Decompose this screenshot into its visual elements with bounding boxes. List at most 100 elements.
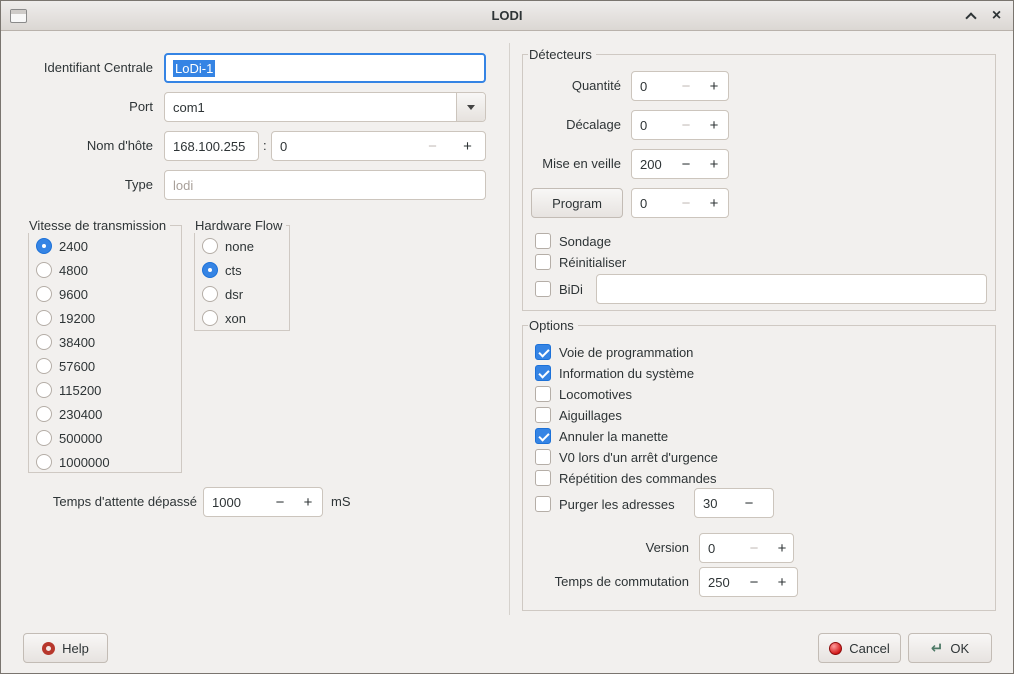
program-label: Program (552, 196, 602, 211)
host-separator: : (263, 131, 267, 161)
radio-icon (36, 358, 52, 374)
plus-button[interactable]: + (700, 150, 728, 178)
checkbox-purger-adresses[interactable]: Purger les adresses (535, 495, 675, 513)
spinner-value[interactable]: 1000 (204, 488, 266, 516)
titlebar[interactable]: LODI × (1, 1, 1013, 31)
options-legend: Options (528, 318, 578, 333)
radio-label: 1000000 (59, 455, 110, 470)
radio-icon (36, 262, 52, 278)
radio-label: 38400 (59, 335, 95, 350)
minus-button[interactable]: − (672, 150, 700, 178)
checkbox-label: Voie de programmation (559, 345, 693, 360)
spinner-value[interactable]: 0 (700, 534, 740, 562)
plus-button[interactable]: + (768, 534, 794, 562)
radio-option-57600[interactable]: 57600 (36, 354, 95, 378)
cancel-label: Cancel (849, 641, 889, 656)
detecteurs-legend: Détecteurs (528, 47, 596, 62)
cancel-icon (829, 642, 842, 655)
host-label: Nom d'hôte (11, 131, 153, 161)
checkbox-label: Réinitialiser (559, 255, 626, 270)
identifiant-label: Identifiant Centrale (11, 53, 153, 83)
plus-button[interactable]: + (700, 72, 728, 100)
spinner-value[interactable]: 0 (272, 132, 415, 160)
quantite-spinner[interactable]: 0 − + (631, 71, 729, 101)
plus-button[interactable]: + (294, 488, 322, 516)
radio-icon (36, 430, 52, 446)
host-port-spinner[interactable]: 0 − + (271, 131, 486, 161)
radio-option-38400[interactable]: 38400 (36, 330, 95, 354)
radio-option-none[interactable]: none (202, 234, 254, 258)
radio-option-500000[interactable]: 500000 (36, 426, 102, 450)
checkbox-aiguillages[interactable]: Aiguillages (535, 406, 622, 424)
bidi-checkbox[interactable]: BiDi (535, 280, 583, 298)
radio-option-115200[interactable]: 115200 (36, 378, 101, 402)
port-combobox[interactable]: com1 (164, 92, 486, 122)
radio-option-19200[interactable]: 19200 (36, 306, 95, 330)
minus-button[interactable]: − (266, 488, 294, 516)
spinner-value[interactable]: 200 (632, 150, 672, 178)
type-input[interactable] (164, 170, 486, 200)
minus-button: − (740, 534, 768, 562)
radio-option-9600[interactable]: 9600 (36, 282, 88, 306)
commutation-spinner[interactable]: 250 − + (699, 567, 798, 597)
cancel-button[interactable]: Cancel (818, 633, 901, 663)
chevron-up-icon (965, 12, 976, 23)
ok-button[interactable]: ↵ OK (908, 633, 992, 663)
shade-button[interactable] (957, 1, 984, 30)
spinner-value[interactable]: 0 (632, 72, 672, 100)
plus-button[interactable]: + (700, 189, 728, 217)
plus-button[interactable]: + (450, 132, 485, 160)
minus-button: − (672, 72, 700, 100)
program-button[interactable]: Program (531, 188, 623, 218)
timeout-label: Temps d'attente dépassé (11, 487, 197, 517)
checkbox-label: Annuler la manette (559, 429, 668, 444)
radio-option-xon[interactable]: xon (202, 306, 246, 330)
help-icon (42, 642, 55, 655)
checkbox-voie-programmation[interactable]: Voie de programmation (535, 343, 693, 361)
plus-button[interactable]: + (768, 568, 796, 596)
checkbox-repetition-commandes[interactable]: Répétition des commandes (535, 469, 717, 487)
checkbox-locomotives[interactable]: Locomotives (535, 385, 632, 403)
checkbox-label: V0 lors d'un arrêt d'urgence (559, 450, 718, 465)
radio-option-230400[interactable]: 230400 (36, 402, 102, 426)
checkbox-icon (535, 449, 551, 465)
minus-button[interactable]: − (735, 489, 763, 517)
purger-spinner[interactable]: 30 − + (694, 488, 774, 518)
version-spinner[interactable]: 0 − + (699, 533, 794, 563)
checkbox-icon (535, 496, 551, 512)
checkbox-information-systeme[interactable]: Information du système (535, 364, 694, 382)
radio-option-dsr[interactable]: dsr (202, 282, 243, 306)
decalage-spinner[interactable]: 0 − + (631, 110, 729, 140)
spinner-value[interactable]: 0 (632, 111, 672, 139)
spinner-value[interactable]: 250 (700, 568, 740, 596)
reinitialiser-checkbox[interactable]: Réinitialiser (535, 253, 626, 271)
plus-button[interactable]: + (700, 111, 728, 139)
timeout-spinner[interactable]: 1000 − + (203, 487, 323, 517)
host-input[interactable] (164, 131, 259, 161)
radio-option-4800[interactable]: 4800 (36, 258, 88, 282)
radio-icon (202, 262, 218, 278)
bidi-input[interactable] (596, 274, 987, 304)
help-button[interactable]: Help (23, 633, 108, 663)
sondage-checkbox[interactable]: Sondage (535, 232, 611, 250)
program-spinner[interactable]: 0 − + (631, 188, 729, 218)
radio-option-1000000[interactable]: 1000000 (36, 450, 110, 474)
veille-spinner[interactable]: 200 − + (631, 149, 729, 179)
window-title: LODI (1, 1, 1013, 30)
identifiant-input[interactable]: LoDi-1 (164, 53, 486, 83)
plus-button[interactable]: + (763, 489, 774, 517)
spinner-value[interactable]: 0 (632, 189, 672, 217)
chevron-down-icon[interactable] (456, 93, 485, 121)
radio-option-2400[interactable]: 2400 (36, 234, 88, 258)
close-button[interactable]: × (983, 1, 1010, 30)
radio-label: dsr (225, 287, 243, 302)
help-label: Help (62, 641, 89, 656)
spinner-value[interactable]: 30 (695, 489, 735, 517)
radio-option-cts[interactable]: cts (202, 258, 242, 282)
radio-icon (202, 238, 218, 254)
checkbox-v0-arret-urgence[interactable]: V0 lors d'un arrêt d'urgence (535, 448, 718, 466)
radio-label: none (225, 239, 254, 254)
checkbox-annuler-manette[interactable]: Annuler la manette (535, 427, 668, 445)
minus-button[interactable]: − (740, 568, 768, 596)
decalage-label: Décalage (522, 110, 621, 140)
